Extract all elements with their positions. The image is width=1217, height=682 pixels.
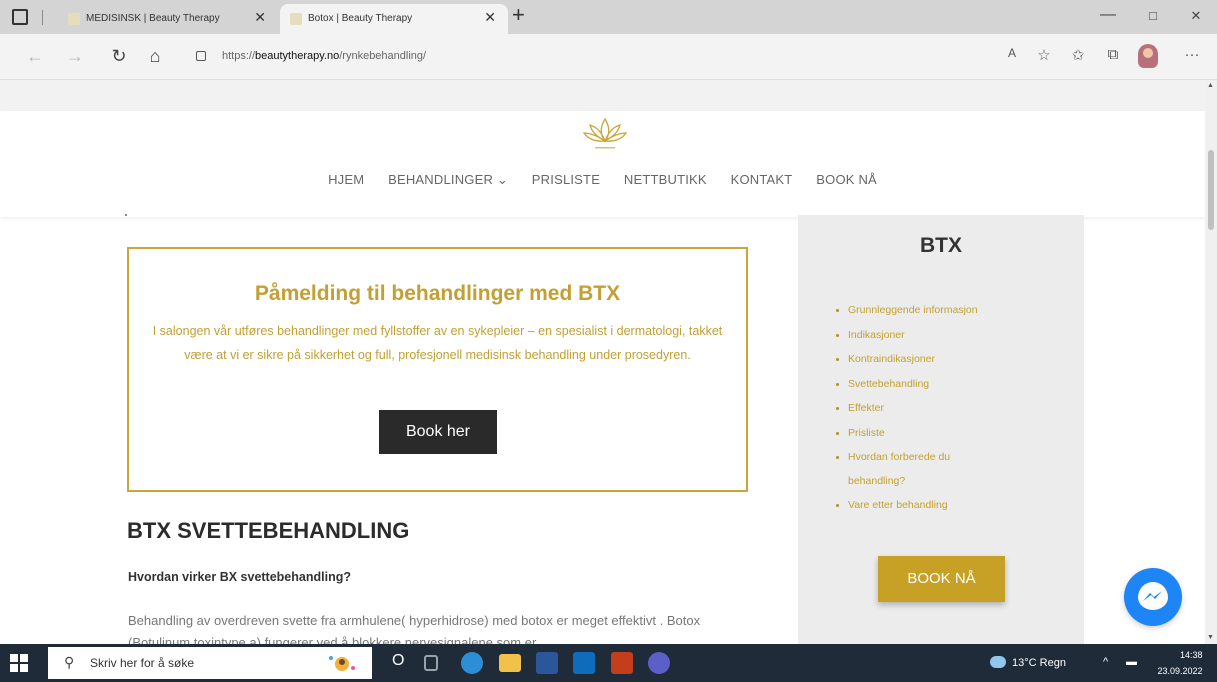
- powerpoint-icon[interactable]: [611, 652, 633, 674]
- minimize-button[interactable]: —: [1093, 6, 1123, 24]
- page-scrollbar[interactable]: ▲ ▼: [1205, 80, 1217, 644]
- network-icon[interactable]: ▬: [1126, 656, 1137, 668]
- tab-title: MEDISINSK | Beauty Therapy: [86, 13, 220, 24]
- scroll-down-icon[interactable]: ▼: [1207, 634, 1214, 641]
- clock-date: 23.09.2022: [1157, 666, 1203, 676]
- sidebar-link[interactable]: Indikasjoner: [836, 323, 1046, 348]
- windows-start-icon[interactable]: [10, 654, 28, 672]
- search-highlight-icon: [329, 656, 355, 671]
- article-heading: BTX SVETTEBEHANDLING: [127, 518, 410, 543]
- task-view-icon[interactable]: O: [392, 652, 404, 670]
- tray-overflow-icon[interactable]: ^: [1103, 656, 1108, 668]
- forward-icon[interactable]: →: [64, 46, 86, 67]
- lock-icon[interactable]: [196, 51, 206, 61]
- sidebar-link[interactable]: Prisliste: [836, 421, 1046, 446]
- top-strip: [0, 80, 1205, 111]
- refresh-icon[interactable]: ↻: [108, 46, 130, 67]
- weather-text[interactable]: 13°C Regn: [1012, 657, 1066, 669]
- sidebar: BTX Grunnleggende informasjon Indikasjon…: [798, 215, 1084, 644]
- article-subheading: Hvordan virker BX svettebehandling?: [128, 570, 351, 584]
- back-icon[interactable]: ←: [24, 46, 46, 67]
- system-clock[interactable]: 14:38 23.09.2022: [1157, 647, 1203, 679]
- scroll-thumb[interactable]: [1208, 150, 1214, 230]
- weather-cloud-icon[interactable]: [990, 656, 1006, 668]
- collections-icon[interactable]: ⧉: [1101, 46, 1125, 63]
- sidebar-links: Grunnleggende informasjon Indikasjoner K…: [836, 298, 1046, 518]
- nav-book-na[interactable]: BOOK NÅ: [816, 172, 877, 187]
- sidebar-book-button[interactable]: BOOK NÅ: [878, 556, 1005, 602]
- promo-title: Påmelding til behandlinger med BTX: [254, 282, 621, 305]
- sidebar-link[interactable]: Kontraindikasjoner: [836, 347, 1046, 372]
- file-explorer-icon[interactable]: [499, 654, 521, 672]
- nav-prisliste[interactable]: PRISLISTE: [532, 172, 600, 187]
- close-tab-icon[interactable]: ✕: [484, 9, 496, 26]
- taskbar-search[interactable]: ⚲ Skriv her for å søke: [48, 647, 372, 679]
- main-nav: HJEM BEHANDLINGER ⌄ PRISLISTE NETTBUTIKK…: [0, 172, 1205, 188]
- maximize-button[interactable]: □: [1138, 8, 1168, 23]
- windows-taskbar: ⚲ Skriv her for å søke O 13°C Regn ^ ▬ 1…: [0, 644, 1217, 682]
- url-text: https://beautytherapy.no/rynkebehandling…: [222, 50, 427, 62]
- sidebar-link[interactable]: Svettebehandling: [836, 372, 1046, 397]
- nav-hjem[interactable]: HJEM: [328, 172, 364, 187]
- add-favorite-icon[interactable]: ☆: [1032, 46, 1056, 64]
- favicon-icon: [290, 13, 302, 25]
- search-icon: ⚲: [64, 654, 75, 670]
- close-window-button[interactable]: ✕: [1181, 8, 1211, 24]
- tab-botox[interactable]: Botox | Beauty Therapy ✕: [280, 4, 508, 34]
- outlook-icon[interactable]: [573, 652, 595, 674]
- sidebar-title: BTX: [920, 234, 962, 257]
- promo-text: I salongen vår utføres behandlinger med …: [152, 324, 723, 362]
- sidebar-link[interactable]: Vare etter behandling: [836, 493, 1046, 518]
- messenger-bolt-icon: [1143, 591, 1162, 601]
- sidebar-link[interactable]: Grunnleggende informasjon: [836, 298, 1046, 323]
- favicon-icon: [68, 13, 80, 25]
- teams-icon[interactable]: [648, 652, 670, 674]
- widgets-icon[interactable]: [424, 655, 438, 671]
- edge-icon[interactable]: [461, 652, 483, 674]
- profile-avatar[interactable]: [1138, 44, 1158, 68]
- tab-actions-icon[interactable]: [12, 9, 28, 25]
- word-icon[interactable]: [536, 652, 558, 674]
- site-header: HJEM BEHANDLINGER ⌄ PRISLISTE NETTBUTIKK…: [0, 111, 1205, 217]
- close-tab-icon[interactable]: ✕: [254, 9, 266, 26]
- tab-title: Botox | Beauty Therapy: [308, 13, 413, 24]
- search-placeholder: Skriv her for å søke: [90, 656, 195, 670]
- address-bar-row: ← → ↻ ⌂ https://beautytherapy.no/rynkebe…: [0, 34, 1217, 80]
- sidebar-link[interactable]: Effekter: [836, 396, 1046, 421]
- new-tab-button[interactable]: +: [512, 2, 525, 28]
- nav-kontakt[interactable]: KONTAKT: [731, 172, 793, 187]
- nav-behandlinger[interactable]: BEHANDLINGER ⌄: [388, 172, 508, 188]
- scroll-up-icon[interactable]: ▲: [1207, 82, 1214, 89]
- book-her-button[interactable]: Book her: [379, 410, 497, 454]
- nav-nettbutikk[interactable]: NETTBUTIKK: [624, 172, 707, 187]
- home-icon[interactable]: ⌂: [144, 46, 166, 67]
- favorites-icon[interactable]: ✩: [1066, 46, 1090, 64]
- sidebar-link[interactable]: Hvordan forberede du behandling?: [836, 445, 1006, 493]
- promo-box: Påmelding til behandlinger med BTX I sal…: [127, 247, 748, 492]
- messenger-chat-icon[interactable]: [1124, 568, 1182, 626]
- lotus-logo-icon[interactable]: [582, 115, 628, 153]
- article-paragraph: Behandling av overdreven svette fra armh…: [128, 613, 701, 644]
- clock-time: 14:38: [1180, 650, 1203, 660]
- more-icon[interactable]: ···: [1180, 46, 1204, 63]
- tab-separator: [42, 10, 43, 25]
- url-input[interactable]: https://beautytherapy.no/rynkebehandling…: [192, 42, 1052, 72]
- tab-medisinsk[interactable]: MEDISINSK | Beauty Therapy ✕: [58, 4, 278, 34]
- read-aloud-icon[interactable]: A: [1000, 46, 1024, 60]
- browser-tab-bar: MEDISINSK | Beauty Therapy ✕ Botox | Bea…: [0, 0, 1217, 34]
- web-page: HJEM BEHANDLINGER ⌄ PRISLISTE NETTBUTIKK…: [0, 80, 1205, 644]
- stray-dot: [125, 214, 127, 216]
